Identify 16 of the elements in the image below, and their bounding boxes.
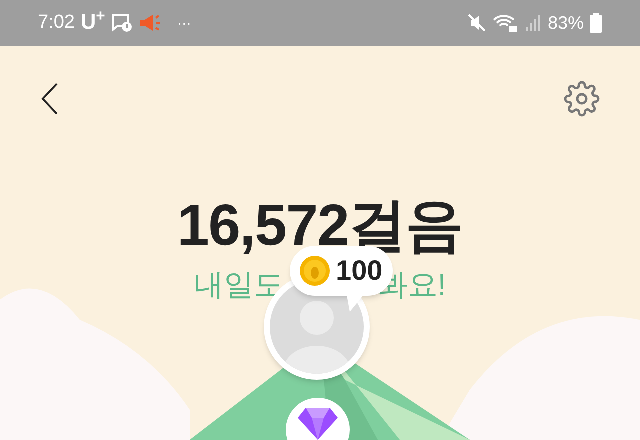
coin-icon [300, 256, 330, 286]
wifi-icon [492, 13, 518, 33]
battery-percent: 83% [548, 12, 584, 34]
battery-icon [590, 13, 602, 33]
carrier-label: U$^{+}$ [80, 7, 106, 36]
more-notifications: ··· [177, 14, 192, 32]
signal-icon [524, 14, 542, 32]
encouragement-text-start: 내일도 [194, 268, 284, 304]
status-time: 7:02 [38, 10, 75, 35]
mute-icon [468, 14, 486, 32]
message-alert-icon [111, 13, 134, 33]
settings-button[interactable] [564, 81, 600, 117]
megaphone-icon [139, 14, 162, 32]
diamond-icon [298, 408, 338, 440]
back-button[interactable] [40, 82, 60, 116]
step-count: 16,572걸음 [177, 194, 463, 258]
